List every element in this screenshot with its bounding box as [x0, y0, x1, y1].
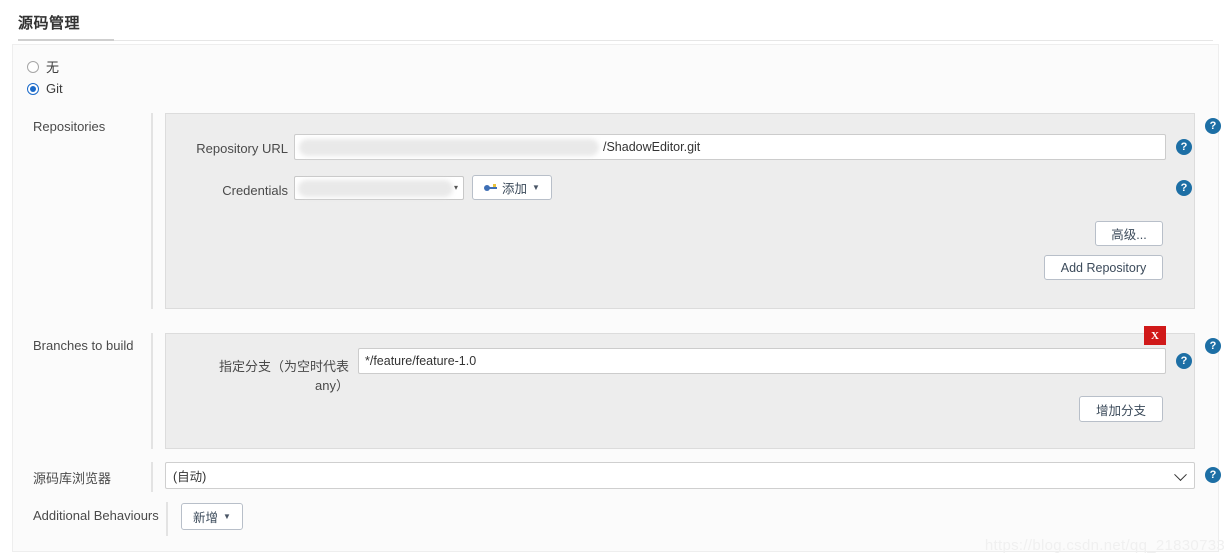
chevron-down-icon [1174, 467, 1187, 481]
chevron-down-icon: ▼ [223, 511, 231, 521]
repositories-panel: Repository URL /ShadowEditor.git ? Crede… [165, 113, 1195, 309]
branches-label: Branches to build [33, 338, 134, 353]
add-repository-button[interactable]: Add Repository [1044, 255, 1163, 280]
credentials-caret-icon: ▾ [453, 183, 458, 192]
radio-option-none[interactable]: 无 [27, 57, 59, 76]
repositories-label: Repositories [33, 119, 106, 134]
repositories-help-icon[interactable]: ? [1205, 118, 1221, 134]
repository-url-input[interactable]: /ShadowEditor.git [294, 134, 1166, 160]
radio-git-indicator[interactable] [27, 82, 39, 95]
repository-url-value: /ShadowEditor.git [603, 140, 701, 154]
title-divider-accent [18, 39, 114, 41]
radio-none-label: 无 [46, 60, 60, 75]
key-icon [484, 183, 498, 192]
radio-none-indicator[interactable] [27, 60, 39, 73]
radio-git-label: Git [46, 81, 63, 96]
credentials-redaction [298, 180, 453, 197]
branches-panel: 指定分支（为空时代表any） */feature/feature-1.0 X ?… [165, 326, 1195, 449]
watermark: https://blog.csdn.net/qq_21830733 [984, 537, 1225, 554]
additional-behaviours-row-divider [166, 502, 168, 536]
repository-browser-select[interactable]: (自动) [165, 462, 1195, 489]
repository-browser-value: (自动) [173, 470, 207, 484]
branch-specifier-label: 指定分支（为空时代表any） [218, 359, 349, 393]
chevron-down-icon: ▼ [532, 182, 540, 192]
repository-browser-label: 源码库浏览器 [33, 471, 112, 486]
repository-url-redaction [299, 139, 599, 156]
scm-panel: 无 Git Repositories Repository URL /Shado… [12, 44, 1221, 552]
title-divider [18, 40, 1213, 41]
repositories-row-divider [151, 113, 153, 309]
repository-browser-row-divider [151, 462, 153, 492]
radio-option-git[interactable]: Git [27, 81, 63, 96]
branches-row-divider [151, 333, 153, 449]
add-behaviour-button[interactable]: 新增 ▼ [181, 503, 243, 530]
add-branch-button[interactable]: 增加分支 [1079, 396, 1163, 422]
credentials-label: Credentials [222, 183, 288, 198]
add-credentials-button[interactable]: 添加 ▼ [472, 175, 552, 200]
repository-url-label: Repository URL [196, 141, 288, 156]
add-behaviour-label: 新增 [193, 511, 219, 525]
section-header: 源码管理 [0, 0, 1231, 42]
delete-branch-button[interactable]: X [1144, 326, 1166, 345]
branch-specifier-input[interactable]: */feature/feature-1.0 [358, 348, 1166, 374]
credentials-select[interactable]: ▾ [294, 176, 464, 200]
branch-specifier-help-icon[interactable]: ? [1176, 353, 1192, 369]
credentials-help-icon[interactable]: ? [1176, 180, 1192, 196]
page-title: 源码管理 [18, 15, 81, 32]
repository-url-help-icon[interactable]: ? [1176, 139, 1192, 155]
branches-help-icon[interactable]: ? [1205, 338, 1221, 354]
add-credentials-label: 添加 [502, 182, 528, 196]
advanced-button[interactable]: 高级... [1095, 221, 1163, 246]
repository-browser-help-icon[interactable]: ? [1205, 467, 1221, 483]
additional-behaviours-label: Additional Behaviours [33, 508, 159, 523]
